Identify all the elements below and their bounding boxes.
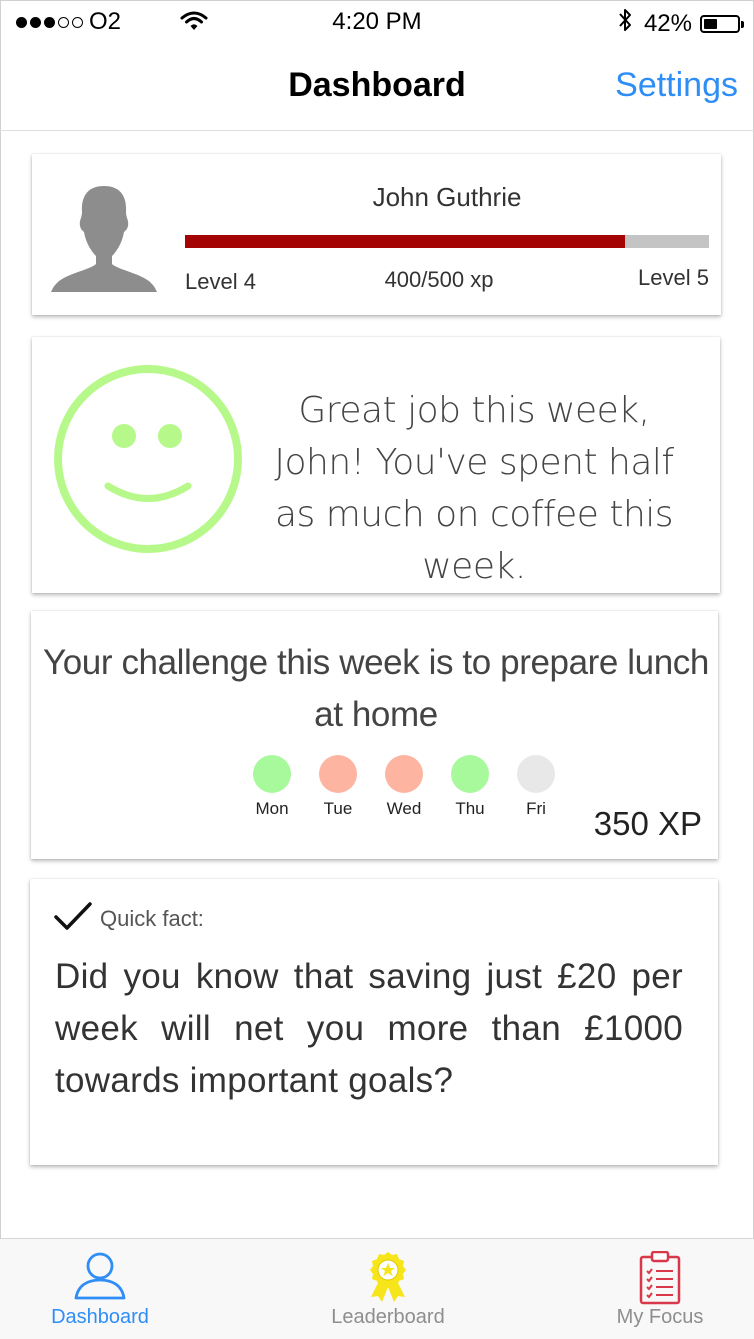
day-status-dot bbox=[319, 755, 357, 793]
tab-my-focus[interactable]: My Focus bbox=[570, 1239, 750, 1339]
battery-fill bbox=[704, 18, 717, 29]
smiley-face-icon bbox=[52, 363, 244, 560]
status-bar: O2 4:20 PM 42% bbox=[0, 0, 754, 42]
tab-dashboard[interactable]: Dashboard bbox=[10, 1239, 190, 1339]
day-status-dot bbox=[451, 755, 489, 793]
quick-fact-label: Quick fact: bbox=[100, 905, 204, 931]
award-ribbon-icon bbox=[298, 1251, 478, 1303]
day-tue: Tue bbox=[305, 755, 371, 819]
day-label: Mon bbox=[255, 799, 289, 818]
navigation-bar: Dashboard Settings bbox=[0, 42, 754, 131]
day-label: Wed bbox=[386, 799, 422, 818]
day-mon: Mon bbox=[239, 755, 305, 819]
day-wed: Wed bbox=[371, 755, 437, 819]
day-fri: Fri bbox=[503, 755, 569, 819]
xp-progress-bar bbox=[185, 235, 709, 248]
quick-fact-header: Quick fact: bbox=[54, 901, 204, 936]
quick-fact-card: Quick fact: Did you know that saving jus… bbox=[30, 879, 718, 1165]
day-label: Tue bbox=[323, 799, 353, 818]
user-name: John Guthrie bbox=[372, 182, 522, 212]
tab-label: Leaderboard bbox=[331, 1306, 445, 1328]
challenge-day-tracker: Mon Tue Wed Thu Fri bbox=[239, 755, 569, 819]
tab-label: Dashboard bbox=[51, 1306, 149, 1328]
status-right: 42% bbox=[618, 8, 744, 39]
challenge-description: Your challenge this week is to prepare l… bbox=[43, 643, 709, 734]
day-label: Fri bbox=[526, 799, 546, 818]
day-status-dot bbox=[517, 755, 555, 793]
day-status-dot bbox=[253, 755, 291, 793]
battery-percent: 42% bbox=[643, 9, 692, 37]
challenge-xp-reward: 350 XP bbox=[593, 805, 702, 842]
weekly-challenge-card[interactable]: Your challenge this week is to prepare l… bbox=[31, 611, 718, 859]
checkmark-icon bbox=[54, 901, 92, 936]
day-status-dot bbox=[385, 755, 423, 793]
feedback-card: Great job this week, John! You've spent … bbox=[32, 337, 720, 593]
tab-label: My Focus bbox=[616, 1306, 704, 1328]
settings-button[interactable]: Settings bbox=[615, 66, 738, 105]
clipboard-checklist-icon bbox=[570, 1251, 750, 1305]
next-level: Level 5 bbox=[638, 265, 709, 290]
xp-progress-fill bbox=[185, 235, 626, 248]
tab-bar: Dashboard Leaderboard My Focus bbox=[0, 1238, 754, 1339]
person-icon bbox=[10, 1251, 190, 1301]
day-thu: Thu bbox=[437, 755, 503, 819]
feedback-message: Great job this week, John! You've spent … bbox=[274, 390, 674, 587]
quick-fact-text: Did you know that saving just £20 per we… bbox=[55, 957, 683, 1100]
avatar-icon bbox=[50, 184, 158, 297]
profile-card[interactable]: John Guthrie Level 4 400/500 xp Level 5 bbox=[32, 154, 721, 315]
tab-leaderboard[interactable]: Leaderboard bbox=[298, 1239, 478, 1339]
battery-icon bbox=[700, 14, 744, 33]
xp-count: 400/500 xp bbox=[384, 267, 494, 292]
bluetooth-icon bbox=[618, 8, 632, 39]
day-label: Thu bbox=[455, 799, 485, 818]
